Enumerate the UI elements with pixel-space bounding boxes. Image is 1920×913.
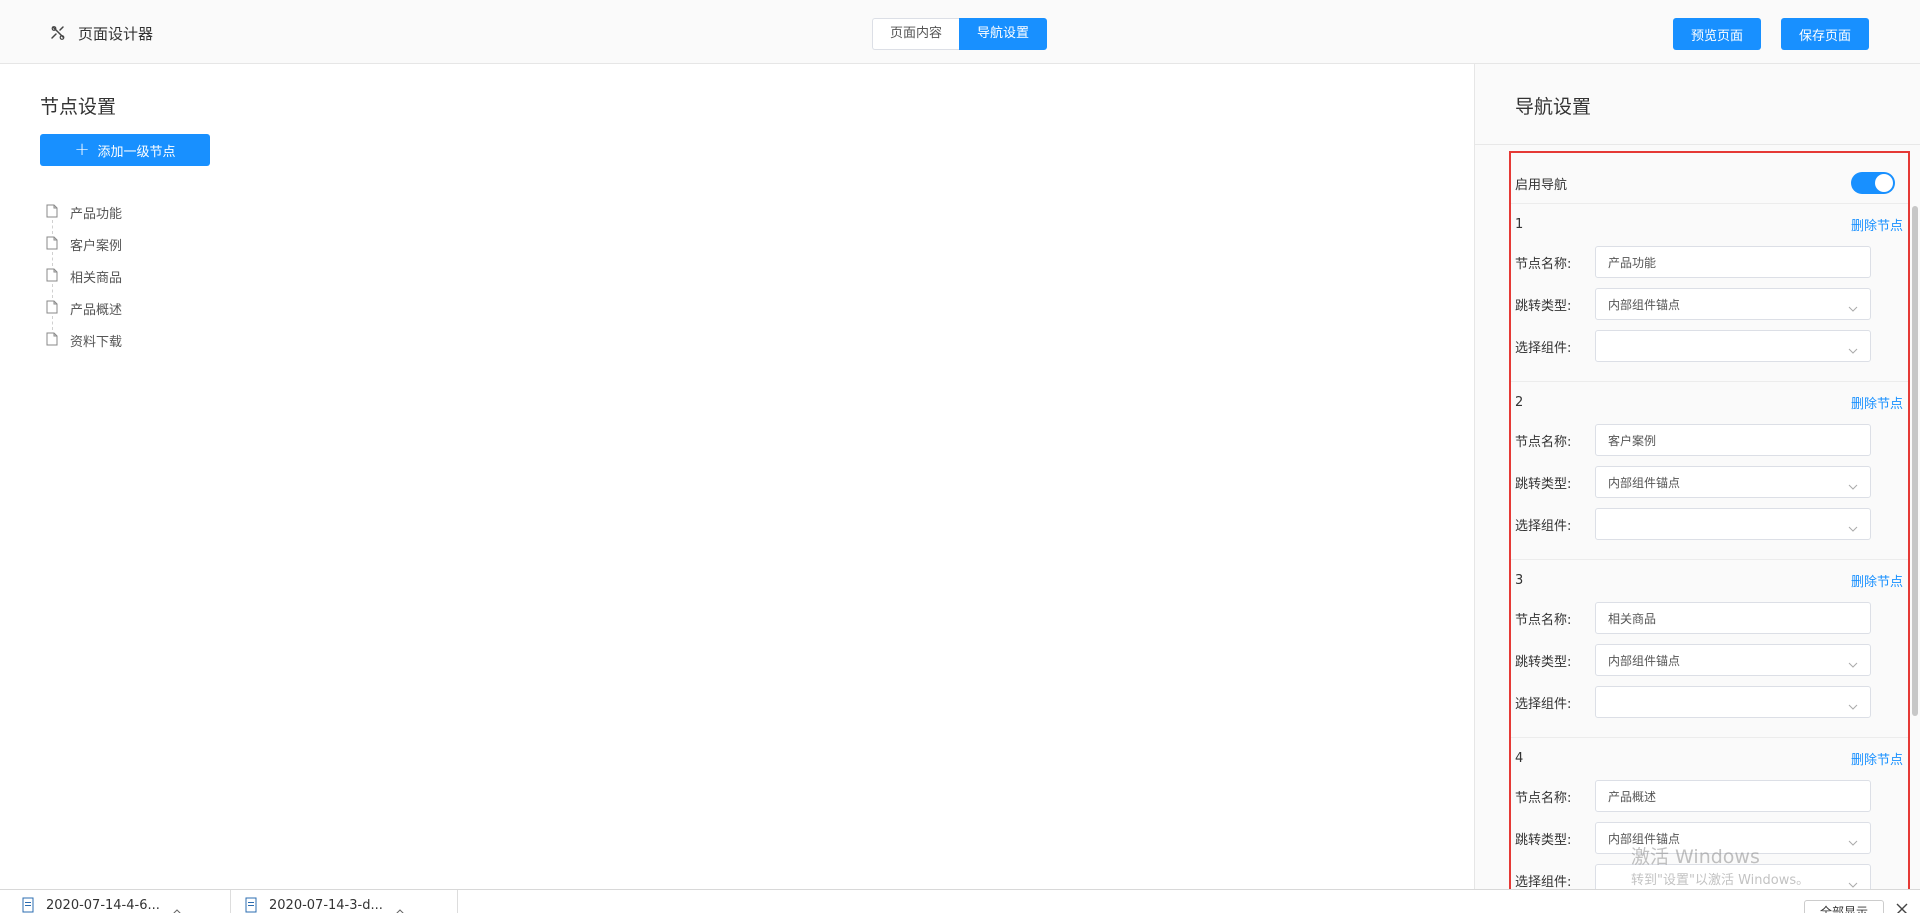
- file-icon: [46, 300, 60, 316]
- download-bar: 2020-07-14-4-6... 2020-07-14-3-d... 全部显示: [0, 889, 1920, 913]
- panel-scrollbar[interactable]: [1912, 206, 1918, 716]
- mode-tabs: 页面内容 导航设置: [872, 18, 1047, 50]
- tree-item-label: 客户案例: [70, 238, 123, 254]
- download-filename: 2020-07-14-4-6...: [46, 898, 160, 913]
- tree-item-label: 资料下载: [70, 334, 123, 350]
- file-icon: [46, 332, 60, 348]
- show-all-downloads-button[interactable]: 全部显示: [1804, 900, 1884, 913]
- add-top-level-node-button[interactable]: + 添加一级节点: [40, 134, 210, 166]
- download-item[interactable]: 2020-07-14-3-d...: [245, 894, 445, 913]
- tree-item[interactable]: 产品功能: [40, 196, 123, 234]
- save-page-button[interactable]: 保存页面: [1781, 18, 1869, 50]
- tools-icon: [50, 25, 66, 41]
- file-icon: [46, 236, 60, 252]
- app-title: 页面设计器: [78, 24, 154, 43]
- tab-page-content[interactable]: 页面内容: [872, 18, 959, 50]
- brand: 页面设计器: [50, 22, 153, 44]
- tree-item[interactable]: 资料下载: [40, 324, 122, 356]
- chevron-up-icon[interactable]: [395, 904, 405, 913]
- preview-page-button[interactable]: 预览页面: [1673, 18, 1761, 50]
- top-header: 页面设计器 页面内容 导航设置 预览页面 保存页面: [0, 0, 1920, 64]
- nav-settings-title: 导航设置: [1515, 96, 1592, 118]
- tree-item[interactable]: 产品概述: [40, 292, 123, 330]
- tree-item-label: 相关商品: [70, 270, 123, 286]
- divider: [1475, 144, 1920, 145]
- chevron-up-icon[interactable]: [172, 904, 182, 913]
- divider: [457, 890, 458, 913]
- highlight-box: [1509, 151, 1910, 889]
- tree-item[interactable]: 客户案例: [40, 228, 123, 266]
- add-node-label: 添加一级节点: [97, 144, 176, 160]
- tree-item-label: 产品功能: [70, 206, 123, 222]
- node-settings-title: 节点设置: [40, 96, 117, 118]
- download-item[interactable]: 2020-07-14-4-6...: [22, 894, 222, 913]
- node-tree: 产品功能 客户案例 相关商品 产品概述 资料下载: [40, 196, 122, 356]
- tree-item[interactable]: 相关商品: [40, 260, 123, 298]
- document-icon: [245, 897, 257, 913]
- activation-watermark-text: 转到"设置"以激活 Windows。: [1631, 873, 1810, 888]
- file-icon: [46, 268, 60, 284]
- tab-nav-settings[interactable]: 导航设置: [959, 18, 1047, 50]
- tree-item-label: 产品概述: [70, 302, 123, 318]
- activation-watermark-title: 激活 Windows: [1631, 846, 1760, 868]
- plus-icon: +: [74, 139, 90, 160]
- download-filename: 2020-07-14-3-d...: [269, 898, 383, 913]
- nav-settings-panel: 导航设置 启用导航 1 删除节点 节点名称: 跳转类型: 内部组件锚点 选择组件…: [1474, 64, 1920, 889]
- file-icon: [46, 204, 60, 220]
- divider: [230, 890, 231, 913]
- document-icon: [22, 897, 34, 913]
- close-icon[interactable]: [1896, 900, 1908, 913]
